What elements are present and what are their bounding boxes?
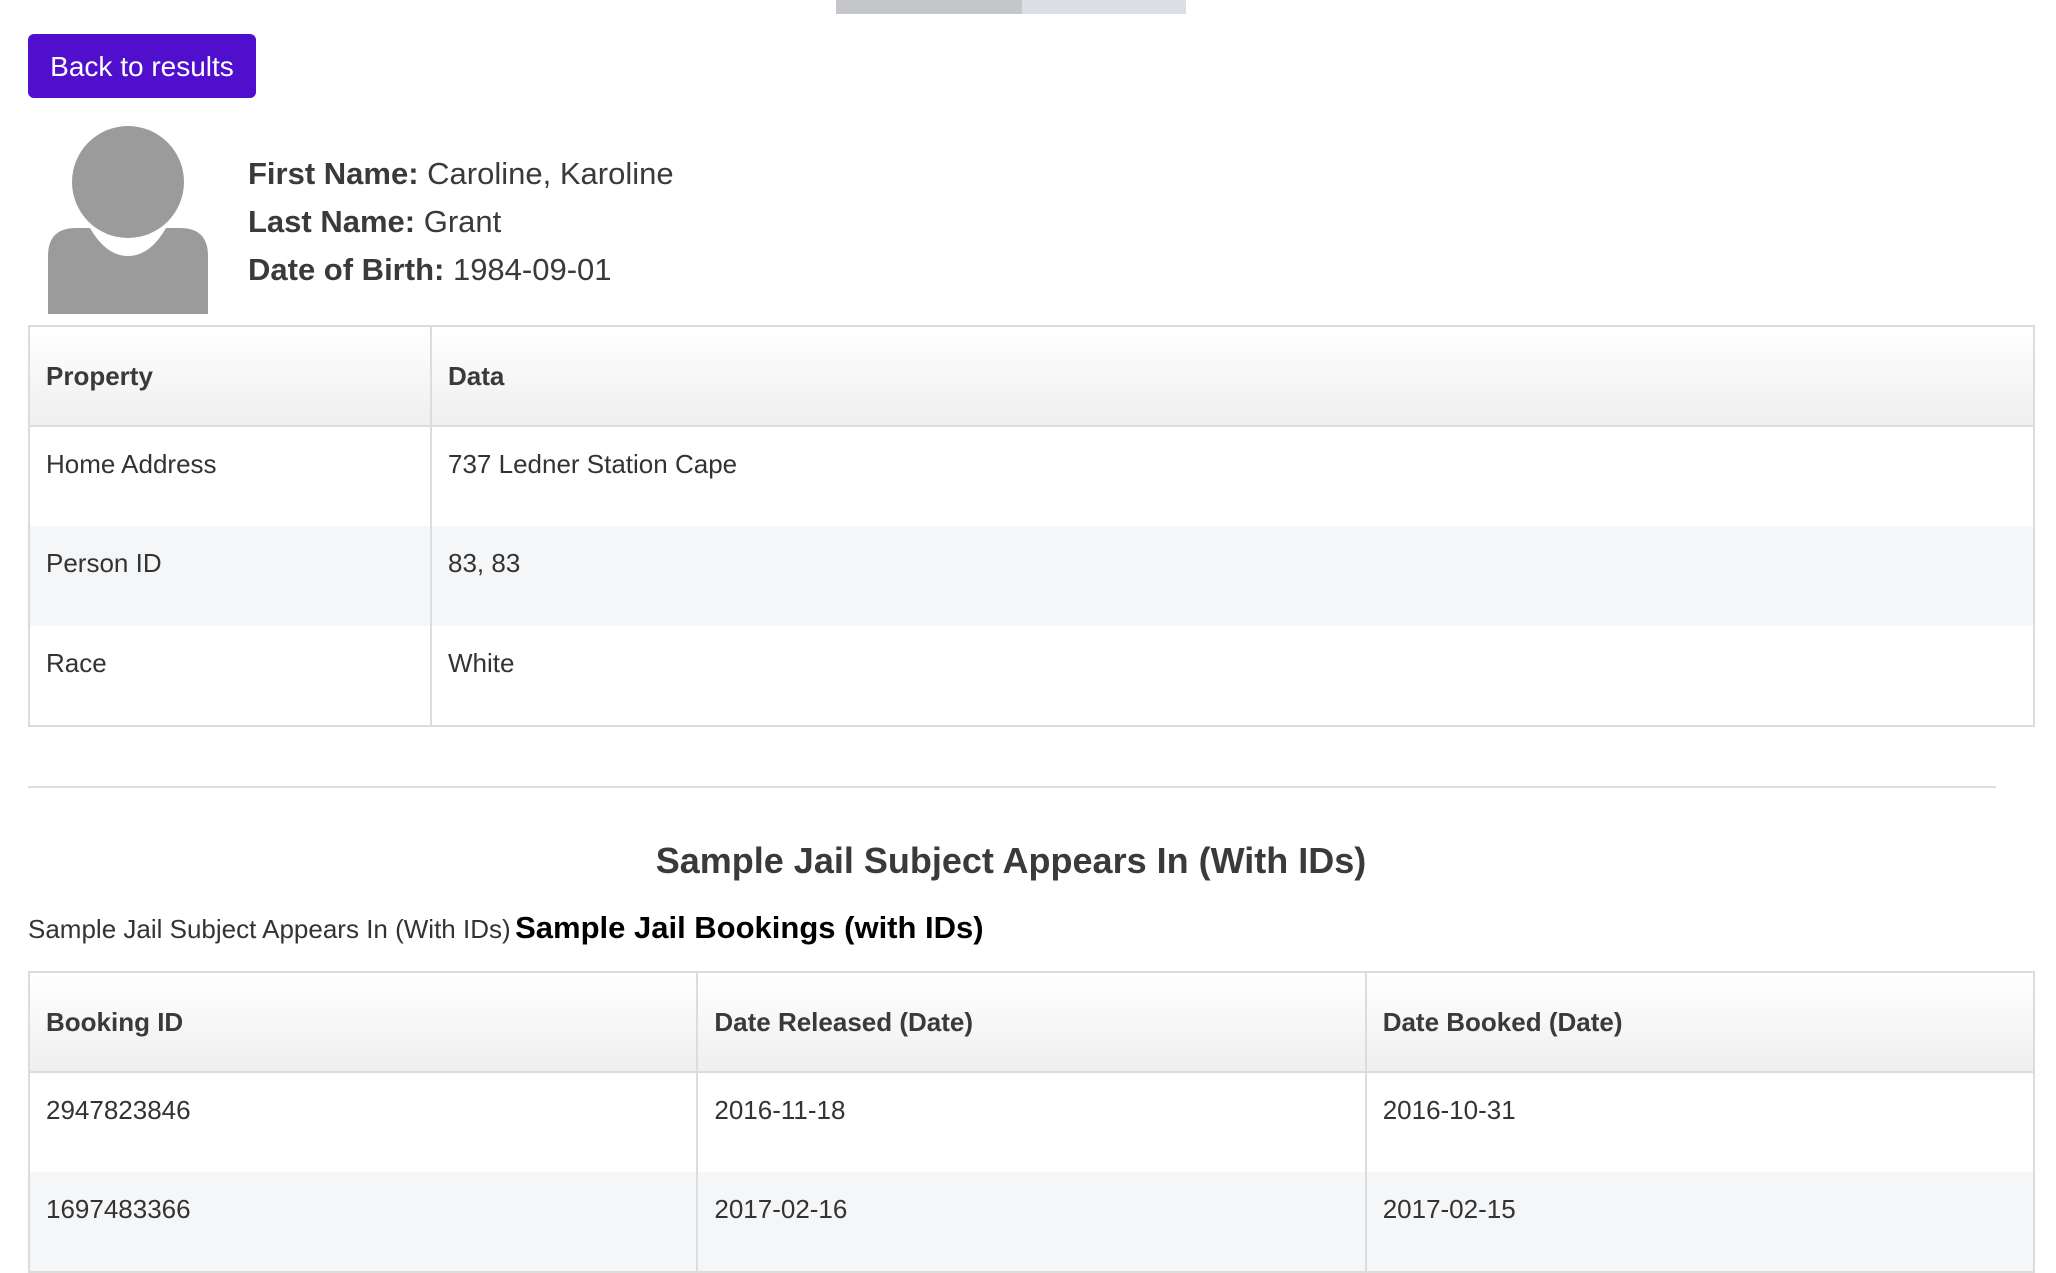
booking-id-cell: 2947823846 [29,1072,699,1172]
back-to-results-button[interactable]: Back to results [28,34,256,98]
last-name-value: Grant [423,204,502,239]
property-cell: Race [29,626,432,727]
data-cell: White [431,626,2034,727]
data-cell: 737 Ledner Station Cape [448,449,738,479]
scroll-indicator-thumb [836,0,1022,14]
table-row: 1697483366 2017-02-16 2017-02-15 [29,1172,2034,1272]
data-column-header: Data [431,326,2034,427]
dob-value: 1984-09-01 [452,252,612,287]
property-column-header: Property [29,326,432,427]
data-cell: 83, 83 [431,526,2034,626]
date-booked-cell: 2017-02-15 [1365,1172,2034,1272]
property-cell: Person ID [29,526,432,626]
scroll-indicator-track [1022,0,1186,14]
table-row: Home Address 737 Ledner Station Cape [29,426,2034,526]
appears-in-caption: Sample Jail Subject Appears In (With IDs… [28,914,511,944]
appears-in-heading: Sample Jail Subject Appears In (With IDs… [655,840,1367,881]
table-row: 2947823846 2016-11-18 2016-10-31 [29,1072,2034,1172]
bookings-title: Sample Jail Bookings (with IDs) [515,910,984,945]
date-released-column-header: Date Released (Date) [697,972,1367,1073]
date-released-cell: 2017-02-16 [697,1172,1367,1272]
dob-label: Date of Birth: [248,252,445,287]
table-row: Race White [29,626,2034,727]
bookings-table: Booking ID Date Released (Date) Date Boo… [28,971,2035,1273]
first-name-row: First Name: Caroline, Karoline [248,150,674,198]
bookings-subheading: Sample Jail Subject Appears In (With IDs… [28,910,984,946]
dob-row: Date of Birth: 1984-09-01 [248,246,674,294]
first-name-label: First Name: [248,156,419,191]
date-released-cell: 2016-11-18 [697,1072,1367,1172]
section-divider [28,786,1996,788]
last-name-row: Last Name: Grant [248,198,674,246]
properties-header-row: Property Data [29,326,2034,427]
property-cell: Home Address [29,426,432,526]
table-row: Person ID 83, 83 [29,526,2034,626]
booking-id-column-header: Booking ID [29,972,699,1073]
date-booked-cell: 2016-10-31 [1382,1095,1516,1125]
date-booked-column-header: Date Booked (Date) [1365,972,2034,1073]
person-summary: First Name: Caroline, Karoline Last Name… [248,150,674,294]
properties-table: Property Data Home Address 737 Ledner St… [28,325,2035,727]
last-name-label: Last Name: [248,204,416,239]
scroll-indicator [836,0,1186,14]
first-name-value: Caroline, Karoline [427,156,674,191]
booking-id-cell: 1697483366 [29,1172,699,1272]
bookings-header-row: Booking ID Date Released (Date) Date Boo… [29,972,2034,1073]
avatar-placeholder-icon [48,126,208,314]
